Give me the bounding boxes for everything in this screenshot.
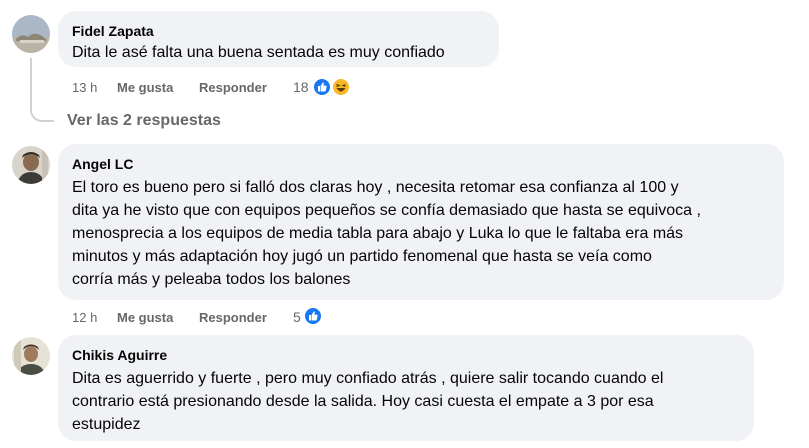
comment-text-line: contrario está presionando desde la sali… [72, 393, 654, 410]
comment-timestamp[interactable]: 12 h [72, 310, 97, 326]
comments-section: Fidel Zapata Dita le asé falta una buena… [0, 0, 809, 448]
comment-text-line: Dita le asé falta una buena sentada es m… [72, 44, 445, 61]
comment-bubble: Angel LC El toro es bueno pero si falló … [58, 144, 784, 300]
like-icon[interactable] [303, 306, 323, 326]
comment-text-line: dita ya he visto que con equipos pequeño… [72, 202, 701, 219]
reply-button[interactable]: Responder [199, 310, 267, 326]
comment-text-line: minutos y más adaptación hoy jugó un par… [72, 248, 652, 265]
comment-actions: 12 h Me gusta Responder 5 [72, 309, 372, 330]
reaction-count[interactable]: 5 [293, 309, 301, 325]
thread-connector-line [30, 58, 54, 122]
comment-author[interactable]: Chikis Aguirre [72, 346, 167, 364]
avatar[interactable] [12, 146, 50, 184]
comment-text-line: menosprecia a los equipos de media tabla… [72, 225, 684, 242]
comment-text-line: corría más y peleaba todos los balones [72, 271, 351, 288]
comment-bubble: Chikis Aguirre Dita es aguerrido y fuert… [58, 335, 754, 441]
comment-text-line: estupidez [72, 416, 141, 433]
comment-author[interactable]: Angel LC [72, 155, 133, 173]
avatar[interactable] [12, 15, 50, 53]
comment-timestamp[interactable]: 13 h [72, 80, 97, 96]
reply-button[interactable]: Responder [199, 80, 267, 96]
like-button[interactable]: Me gusta [117, 80, 173, 96]
comment-author[interactable]: Fidel Zapata [72, 22, 154, 40]
comment-bubble: Fidel Zapata Dita le asé falta una buena… [58, 11, 499, 67]
view-replies-link[interactable]: Ver las 2 respuestas [67, 111, 221, 131]
avatar[interactable] [12, 337, 50, 375]
comment-text-line: El toro es bueno pero si falló dos clara… [72, 179, 679, 196]
like-button[interactable]: Me gusta [117, 310, 173, 326]
reaction-count[interactable]: 18 [293, 79, 309, 95]
like-icon[interactable] [312, 77, 332, 97]
haha-icon[interactable] [331, 77, 351, 97]
comment-text-line: Dita es aguerrido y fuerte , pero muy co… [72, 370, 664, 387]
